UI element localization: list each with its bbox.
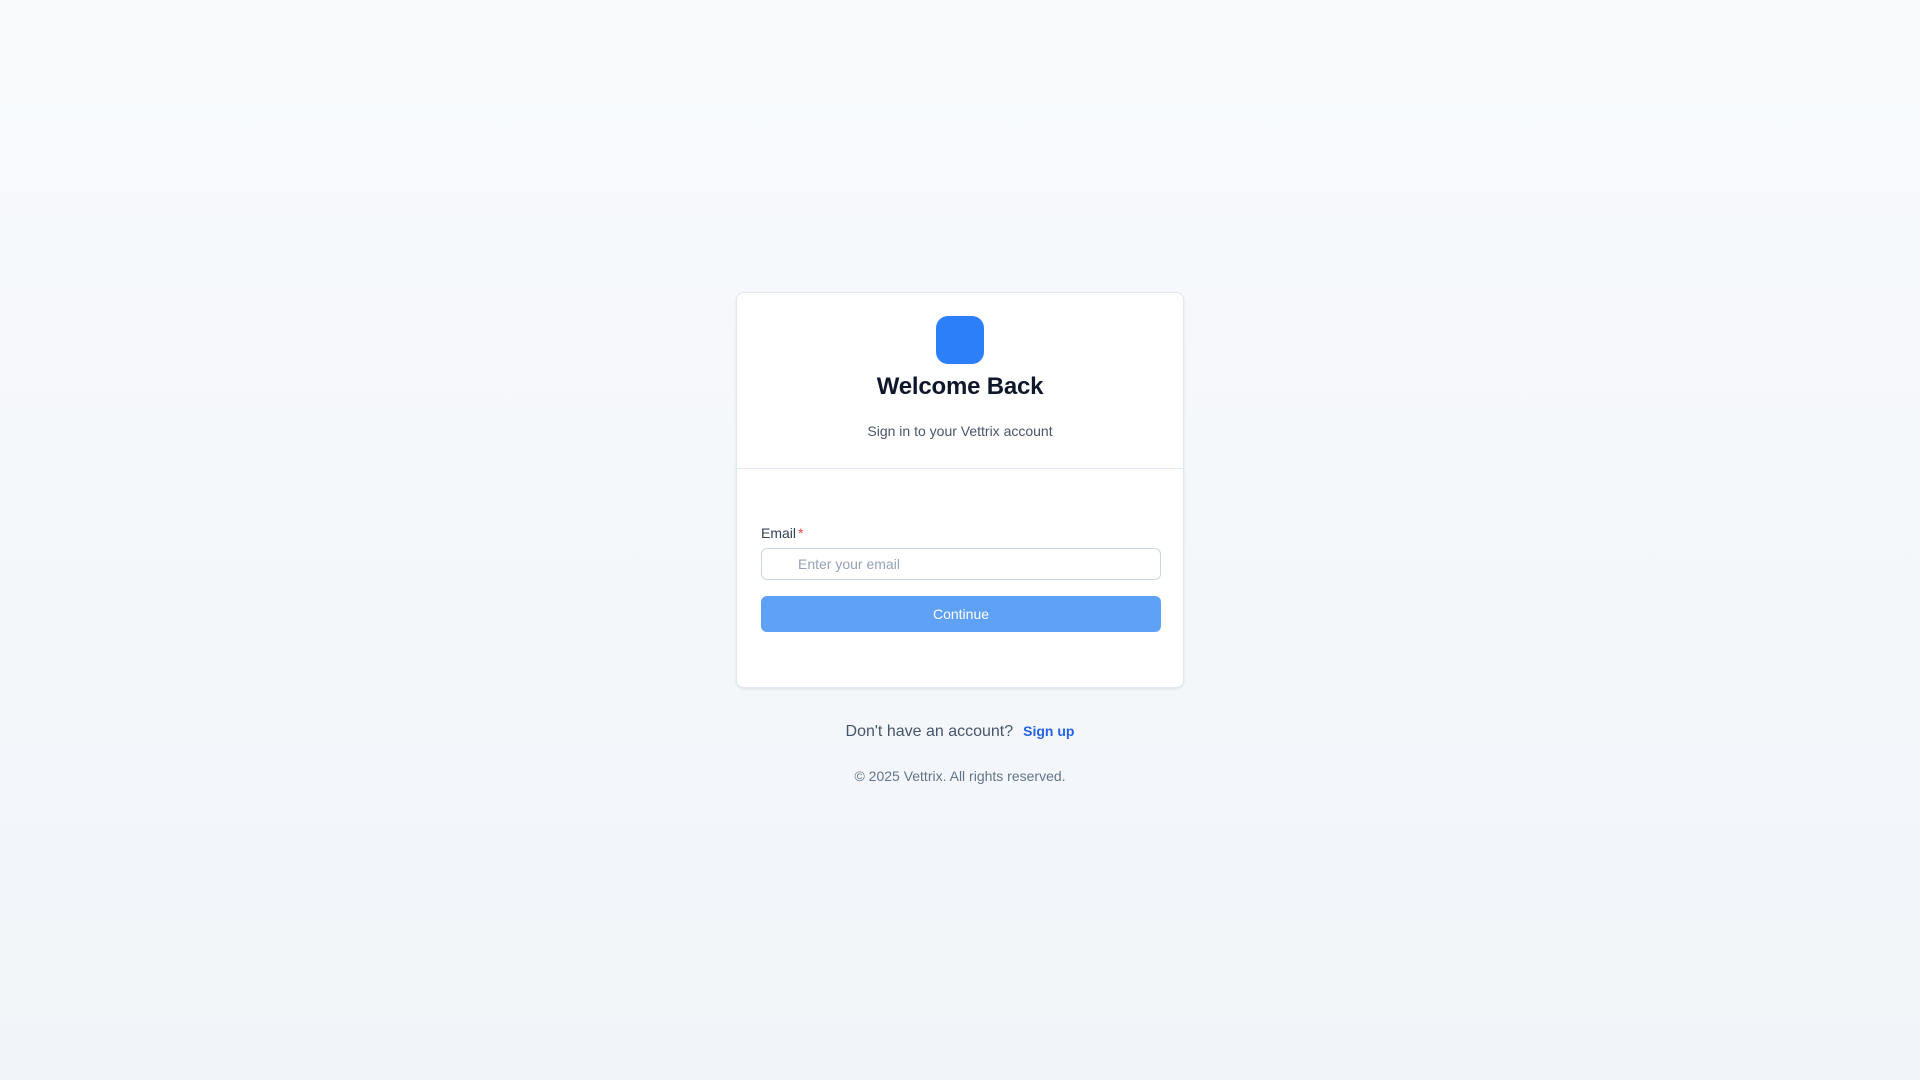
login-card: Welcome Back Sign in to your Vettrix acc… bbox=[736, 292, 1184, 688]
login-form: Email* Continue bbox=[737, 469, 1183, 689]
email-field[interactable] bbox=[761, 548, 1161, 580]
email-label: Email * bbox=[761, 525, 803, 541]
page-title: Welcome Back bbox=[876, 373, 1044, 400]
login-page: Welcome Back Sign in to your Vettrix acc… bbox=[0, 0, 1920, 1080]
email-label-text: Email bbox=[761, 525, 797, 541]
email-input[interactable] bbox=[798, 549, 1154, 579]
mail-icon bbox=[772, 559, 786, 569]
signup-row: Don't have an account? Sign up bbox=[0, 723, 1920, 741]
signup-link[interactable]: Sign up bbox=[1023, 723, 1074, 739]
footer-copyright: © 2025 Vettrix. All rights reserved. bbox=[854, 768, 1066, 784]
card-header: Welcome Back Sign in to your Vettrix acc… bbox=[737, 293, 1183, 469]
required-marker: * bbox=[798, 525, 804, 541]
app-logo-icon bbox=[936, 316, 984, 364]
signup-prompt: Don't have an account? bbox=[845, 723, 1014, 740]
continue-button[interactable]: Continue bbox=[761, 596, 1161, 632]
page-subtitle: Sign in to your Vettrix account bbox=[867, 423, 1053, 439]
